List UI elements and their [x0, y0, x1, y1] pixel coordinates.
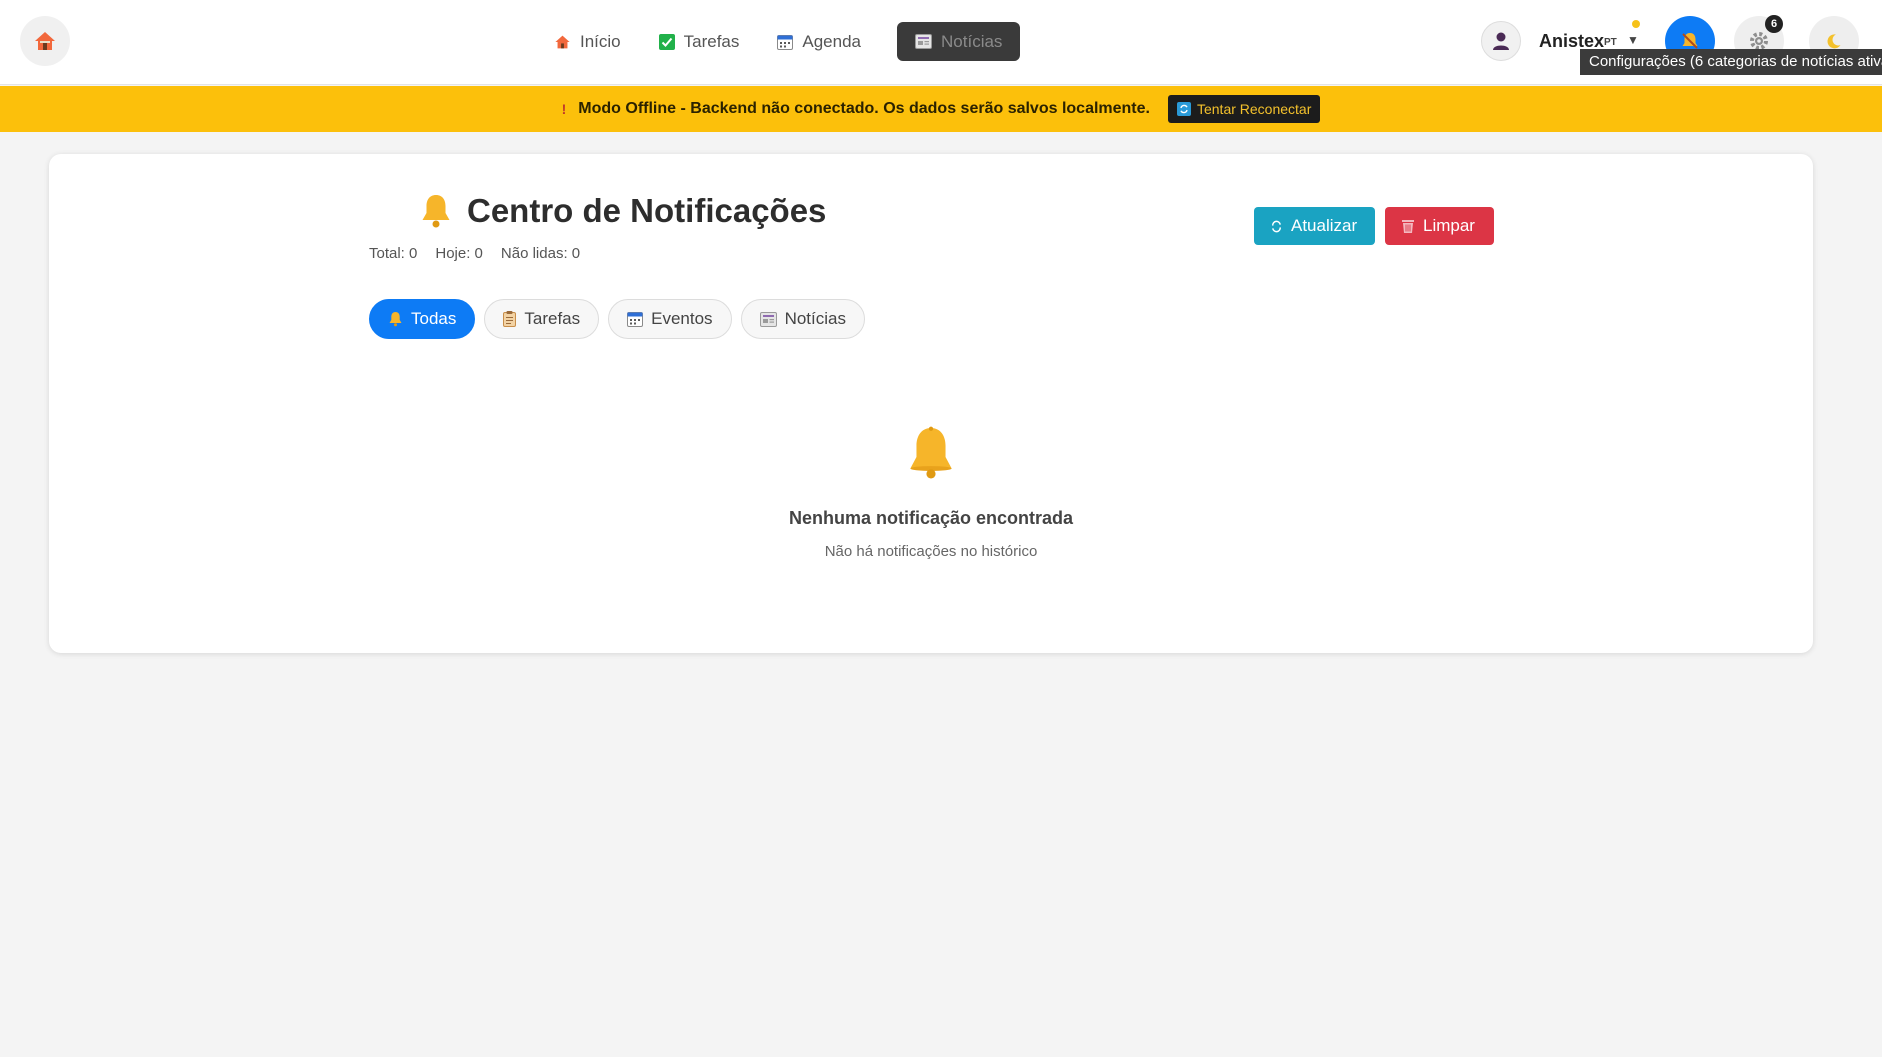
settings-tooltip: Configurações (6 categorias de notícias …	[1580, 49, 1882, 75]
bell-icon	[910, 426, 952, 479]
filter-tasks[interactable]: Tarefas	[484, 299, 600, 339]
refresh-icon	[1272, 220, 1281, 232]
top-navigation-bar: Início Tarefas Agenda Notícias Anistex P…	[0, 0, 1882, 85]
language-code[interactable]: PT	[1604, 37, 1617, 48]
calendar-icon	[627, 312, 644, 327]
newspaper-icon	[915, 34, 933, 49]
notification-center-card: Centro de Notificações Total: 0 Hoje: 0 …	[49, 154, 1813, 653]
action-buttons: Atualizar Limpar	[1254, 207, 1494, 245]
nav-item-label: Notícias	[941, 31, 1003, 51]
refresh-button[interactable]: Atualizar	[1254, 207, 1375, 245]
refresh-icon	[1176, 102, 1191, 116]
nav-item-inicio[interactable]: Início	[540, 22, 635, 61]
reconnect-button[interactable]: Tentar Reconectar	[1167, 95, 1321, 123]
refresh-label: Atualizar	[1291, 216, 1358, 235]
stat-today: Hoje: 0	[435, 245, 483, 262]
moon-icon	[1827, 34, 1841, 49]
user-avatar[interactable]	[1481, 21, 1521, 61]
notification-stats: Total: 0 Hoje: 0 Não lidas: 0	[369, 245, 580, 262]
filter-label: Eventos	[651, 309, 713, 328]
clear-button[interactable]: Limpar	[1385, 207, 1494, 245]
page-title: Centro de Notificações	[467, 192, 827, 229]
home-logo-button[interactable]	[20, 16, 70, 66]
nav-item-label: Tarefas	[683, 31, 740, 51]
empty-state-subtitle: Não há notificações no histórico	[824, 543, 1038, 560]
trash-icon	[1402, 219, 1414, 233]
home-icon	[555, 35, 570, 48]
empty-state-title: Nenhuma notificação encontrada	[788, 508, 1074, 528]
stat-unread: Não lidas: 0	[500, 245, 581, 262]
chevron-down-icon[interactable]: ▼	[1627, 33, 1639, 47]
home-icon	[35, 32, 55, 50]
reconnect-label: Tentar Reconectar	[1196, 101, 1312, 117]
filter-all[interactable]: Todas	[369, 299, 476, 339]
filter-tabs: Todas Tarefas Eventos Notícias	[369, 299, 865, 339]
filter-label: Todas	[411, 309, 457, 328]
nav-item-label: Início	[580, 31, 621, 51]
nav-item-agenda[interactable]: Agenda	[763, 22, 875, 61]
user-icon	[1493, 32, 1509, 50]
offline-message: ! Modo Offline - Backend não conectado. …	[562, 100, 1150, 118]
nav-item-noticias[interactable]: Notícias	[897, 22, 1021, 61]
filter-news[interactable]: Notícias	[740, 299, 865, 339]
empty-state: Nenhuma notificação encontrada Não há no…	[49, 426, 1813, 560]
newspaper-icon	[759, 311, 777, 327]
main-nav: Início Tarefas Agenda Notícias	[540, 22, 1021, 61]
checkbox-icon	[658, 33, 675, 50]
page-header: Centro de Notificações	[419, 192, 826, 230]
status-dot	[1632, 20, 1640, 28]
bell-icon	[389, 311, 402, 327]
filter-label: Tarefas	[524, 309, 581, 328]
nav-item-label: Agenda	[802, 31, 862, 51]
filter-events[interactable]: Eventos	[608, 299, 732, 339]
clear-label: Limpar	[1423, 216, 1475, 235]
warning-icon: !	[561, 101, 567, 117]
calendar-icon	[777, 34, 794, 50]
offline-banner: ! Modo Offline - Backend não conectado. …	[0, 86, 1882, 132]
bell-icon	[1682, 33, 1698, 49]
stat-total: Total: 0	[369, 245, 418, 262]
bell-icon	[422, 195, 450, 228]
settings-count-badge: 6	[1765, 15, 1783, 33]
offline-text: Modo Offline - Backend não conectado. Os…	[578, 100, 1150, 117]
clipboard-icon	[503, 311, 517, 327]
nav-item-tarefas[interactable]: Tarefas	[645, 22, 754, 61]
filter-label: Notícias	[784, 309, 846, 328]
